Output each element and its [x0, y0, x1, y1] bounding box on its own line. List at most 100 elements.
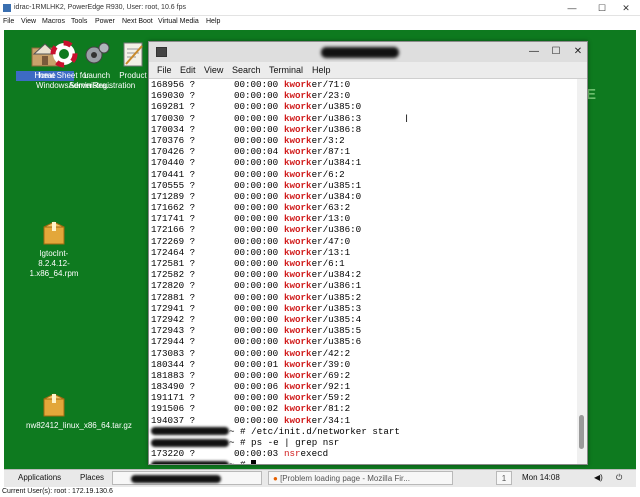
close-button[interactable]: ✕: [614, 1, 638, 15]
cmd-cell: kworker/u384:0: [284, 191, 361, 202]
pid-cell: 172943 ?: [151, 325, 196, 337]
cmd-rest: er/81:2: [311, 403, 351, 415]
pid-cell: 172269 ?: [151, 235, 196, 247]
term-menu-help[interactable]: Help: [312, 65, 331, 75]
cmd-rest: er/u384:1: [311, 157, 362, 169]
term-menu-terminal[interactable]: Terminal: [269, 65, 303, 75]
pid-cell: 180344 ?: [151, 358, 196, 370]
term-menu-edit[interactable]: Edit: [180, 65, 196, 75]
remote-desktop: Home heat Sheet for WindowsAdministra...…: [4, 30, 636, 486]
match-highlight: kwork: [284, 213, 312, 225]
cmd-rest: er/63:2: [311, 202, 351, 214]
clock[interactable]: Mon 14:08: [522, 473, 560, 482]
cmd-rest: er/92:1: [311, 381, 351, 393]
time-cell: 00:00:04: [234, 146, 279, 158]
process-row: 170376 ? 00:00:00 kworker/3:2: [149, 135, 577, 146]
terminal-close-button[interactable]: ✕: [571, 45, 585, 59]
cmd-cell: kworker/13:1: [284, 247, 350, 258]
process-row: 170555 ? 00:00:00 kworker/u385:1: [149, 180, 577, 191]
terminal-title-bar[interactable]: — ☐ ✕: [149, 42, 587, 62]
time-cell: 00:00:00: [234, 101, 279, 113]
menu-file[interactable]: File: [3, 18, 14, 25]
term-menu-view[interactable]: View: [204, 65, 223, 75]
terminal-scrollbar[interactable]: [577, 79, 587, 464]
package-icon: [43, 221, 65, 245]
command-line: ~ # ps -e | grep nsr: [149, 437, 577, 448]
process-row: 172166 ? 00:00:00 kworker/u386:0: [149, 224, 577, 235]
match-highlight: kwork: [284, 291, 312, 303]
process-row: 191171 ? 00:00:00 kworker/59:2: [149, 392, 577, 403]
cmd-cell: kworker/87:1: [284, 146, 350, 157]
cmd-rest: execd: [300, 448, 329, 460]
process-row: 171741 ? 00:00:00 kworker/13:0: [149, 213, 577, 224]
menu-tools[interactable]: Tools: [71, 18, 87, 25]
cmd-cell: kworker/u385:5: [284, 325, 361, 336]
cmd-rest: er/47:0: [311, 235, 351, 247]
pid-cell: 170426 ?: [151, 146, 196, 158]
menu-next-boot[interactable]: Next Boot: [122, 18, 153, 25]
minimize-button[interactable]: —: [560, 1, 584, 15]
cmd-rest: er/87:1: [311, 146, 351, 158]
applications-menu[interactable]: Applications: [18, 473, 61, 482]
match-highlight: nsr: [284, 448, 301, 460]
text-cursor: [251, 460, 257, 464]
scrollbar-thumb[interactable]: [579, 415, 584, 449]
pid-cell: 172820 ?: [151, 280, 196, 292]
taskbar-terminal-task[interactable]: [112, 471, 262, 485]
time-cell: 00:00:00: [234, 269, 279, 281]
process-row: 194037 ? 00:00:00 kworker/34:1: [149, 415, 577, 426]
pid-cell: 170555 ?: [151, 179, 196, 191]
process-row: 171662 ? 00:00:00 kworker/63:2: [149, 202, 577, 213]
match-highlight: kwork: [284, 246, 312, 258]
terminal-maximize-button[interactable]: ☐: [549, 45, 563, 59]
process-row: 172943 ? 00:00:00 kworker/u385:5: [149, 325, 577, 336]
pid-cell: 194037 ?: [151, 414, 196, 426]
time-cell: 00:00:00: [234, 157, 279, 169]
terminal-output[interactable]: 168956 ? 00:00:00 kworker/71:0 169030 ? 00:0…: [149, 79, 577, 464]
menu-view[interactable]: View: [21, 18, 36, 25]
redacted-prompt: [151, 427, 229, 436]
menu-power[interactable]: Power: [95, 18, 115, 25]
menu-virtual-media[interactable]: Virtual Media: [158, 18, 199, 25]
time-cell: 00:00:03: [234, 448, 279, 460]
match-highlight: kwork: [284, 347, 312, 359]
time-cell: 00:00:02: [234, 403, 279, 415]
cmd-rest: er/u385:3: [311, 302, 362, 314]
mouse-ibeam-cursor: I: [405, 113, 409, 125]
term-menu-search[interactable]: Search: [232, 65, 261, 75]
maximize-button[interactable]: ☐: [590, 1, 614, 15]
time-cell: 00:00:01: [234, 358, 279, 370]
command-line: ~ # /etc/init.d/networker start: [149, 426, 577, 437]
power-icon[interactable]: ⏻: [616, 473, 622, 483]
places-menu[interactable]: Places: [80, 473, 104, 482]
terminal-minimize-button[interactable]: —: [527, 45, 541, 59]
redacted-prompt: [151, 438, 229, 447]
volume-icon[interactable]: ◀): [594, 473, 603, 482]
workspace-switcher[interactable]: 1: [496, 471, 512, 485]
time-cell: 00:00:00: [234, 336, 279, 348]
viewer-title-bar: idrac-1RMLHK2, PowerEdge R930, User: roo…: [0, 0, 640, 16]
cmd-cell: nsrexecd: [284, 448, 328, 459]
process-row: 172944 ? 00:00:00 kworker/u385:6: [149, 336, 577, 347]
desktop-icon-rpm-package[interactable]: lgtocInt-8.2.4.12-1.x86_64.rpm: [25, 220, 83, 279]
pid-cell: 172942 ?: [151, 313, 196, 325]
pid-cell: 173220 ?: [151, 448, 196, 460]
match-highlight: kwork: [284, 157, 312, 169]
match-highlight: kwork: [284, 414, 312, 426]
time-cell: 00:00:00: [234, 369, 279, 381]
match-highlight: kwork: [284, 101, 312, 113]
cmd-cell: kworker/71:0: [284, 79, 350, 90]
match-highlight: kwork: [284, 79, 312, 90]
menu-help[interactable]: Help: [206, 18, 220, 25]
menu-macros[interactable]: Macros: [42, 18, 65, 25]
match-highlight: kwork: [284, 269, 312, 281]
match-highlight: kwork: [284, 168, 312, 180]
command-line: ~ #: [149, 459, 577, 464]
pid-cell: 171741 ?: [151, 213, 196, 225]
taskbar-browser-task[interactable]: ● [Problem loading page - Mozilla Fir...: [268, 471, 453, 485]
time-cell: 00:00:00: [234, 414, 279, 426]
term-menu-file[interactable]: File: [157, 65, 172, 75]
time-cell: 00:00:00: [234, 134, 279, 146]
process-row: 172942 ? 00:00:00 kworker/u385:4: [149, 314, 577, 325]
desktop-icon-tar-archive[interactable]: nw82412_linux_x86_64.tar.gz: [25, 392, 132, 431]
